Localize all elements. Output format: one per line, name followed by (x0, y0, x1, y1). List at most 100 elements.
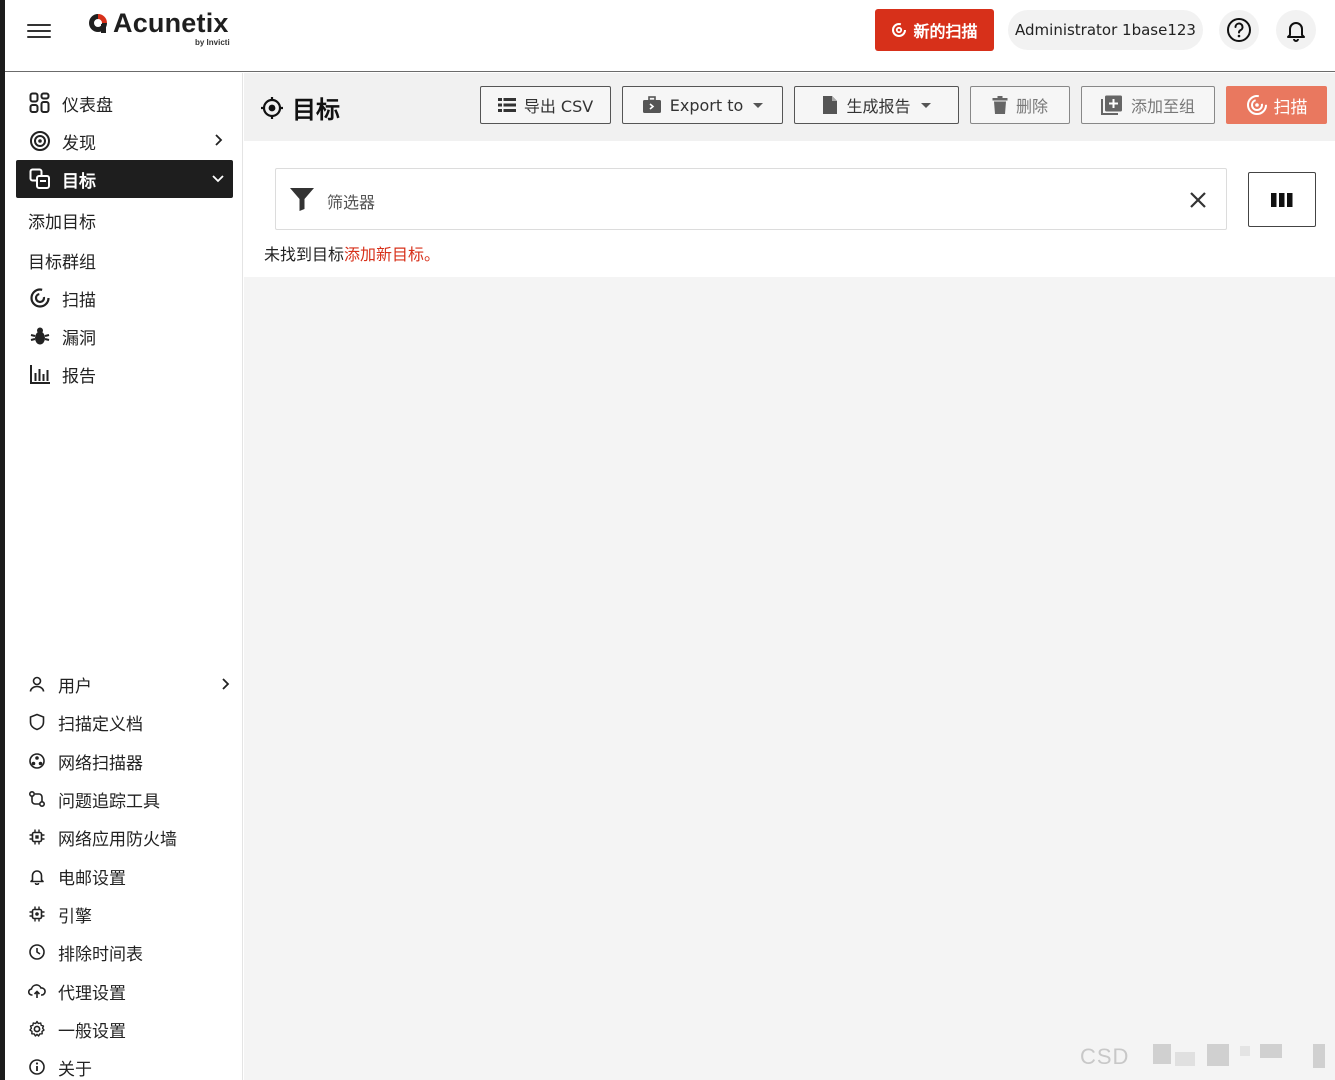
add-new-target-link[interactable]: 添加新目标。 (344, 245, 440, 264)
logo-text: Acunetix (113, 8, 229, 38)
sidebar-item-label: 电邮设置 (58, 868, 126, 889)
dashboard-icon (28, 91, 52, 115)
targets-icon (28, 167, 52, 191)
watermark-pixel (1313, 1044, 1325, 1068)
empty-state-message: 未找到目标添加新目标。 (264, 241, 440, 265)
watermark-pixel (1153, 1044, 1171, 1064)
export-csv-button[interactable]: 导出 CSV (480, 86, 611, 124)
caret-down-icon (920, 102, 931, 108)
sidebar-item-label: 扫描 (62, 290, 96, 311)
chevron-right-icon (215, 134, 223, 146)
sidebar-item-label: 目标 (62, 171, 96, 192)
sidebar-subitem-target-groups[interactable]: 目标群组 (28, 248, 96, 273)
page-title-text: 目标 (292, 96, 340, 124)
sidebar-item-dashboard[interactable]: 仪表盘 (16, 84, 233, 122)
user-icon (27, 674, 47, 694)
sidebar-item-about[interactable]: 关于 (27, 1052, 232, 1080)
sidebar-item-label: 报告 (62, 366, 96, 387)
target-circle-icon (28, 129, 52, 153)
scan-radar-icon (1246, 95, 1267, 115)
sidebar-item-proxy-settings[interactable]: 代理设置 (27, 976, 232, 1006)
network-scanner-icon (27, 751, 47, 771)
briefcase-export-icon (642, 96, 661, 113)
add-to-group-button[interactable]: 添加至组 (1081, 86, 1215, 124)
hamburger-menu-icon[interactable] (27, 20, 51, 42)
sidebar-item-email-settings[interactable]: 电邮设置 (27, 861, 232, 891)
sidebar-item-waf[interactable]: 网络应用防火墙 (27, 822, 232, 852)
empty-state-text: 未找到目标 (264, 245, 345, 264)
user-menu[interactable]: Administrator 1base123 (1008, 10, 1203, 50)
funnel-icon (290, 188, 314, 211)
export-csv-label: 导出 CSV (523, 97, 594, 116)
sidebar-item-discovery[interactable]: 发现 (16, 122, 233, 160)
add-to-group-label: 添加至组 (1130, 97, 1195, 116)
sidebar-subitem-add-target[interactable]: 添加目标 (28, 208, 96, 233)
add-to-group-icon (1100, 95, 1122, 115)
sidebar-item-excluded-hours[interactable]: 排除时间表 (27, 937, 232, 967)
sidebar: 仪表盘 发现 目标 添加目标 目标群组 扫描 漏洞 报告 用户 扫描定义档 网络… (5, 73, 243, 1080)
crosshair-icon (261, 96, 283, 119)
bar-chart-icon (28, 362, 52, 386)
delete-button[interactable]: 删除 (970, 86, 1070, 124)
columns-icon (1271, 192, 1293, 207)
issue-tracker-icon (27, 789, 47, 809)
logo-subtitle: by Invicti (195, 38, 230, 47)
sidebar-item-label: 发现 (62, 133, 96, 154)
scan-label: 扫描 (1273, 97, 1308, 118)
sidebar-item-label: 用户 (58, 676, 92, 697)
watermark-pixel (1175, 1052, 1195, 1066)
sidebar-item-general-settings[interactable]: 一般设置 (27, 1014, 232, 1044)
caret-down-icon (753, 102, 764, 108)
bell-icon (1287, 22, 1305, 42)
scan-button[interactable]: 扫描 (1226, 86, 1327, 124)
shield-icon (27, 712, 47, 732)
delete-label: 删除 (1015, 97, 1048, 116)
filter-bar[interactable]: 筛选器 (275, 168, 1227, 230)
sidebar-item-label: 代理设置 (58, 983, 126, 1004)
export-to-label: Export to (669, 95, 744, 115)
document-icon (823, 96, 838, 114)
help-icon (1227, 18, 1251, 42)
close-icon[interactable] (1188, 190, 1208, 210)
proxy-icon (27, 981, 47, 1001)
watermark-pixel (1240, 1046, 1250, 1056)
gear-icon (27, 1019, 47, 1039)
chip-icon (27, 827, 47, 847)
watermark-pixel (1207, 1044, 1229, 1066)
sidebar-item-label: 网络扫描器 (58, 753, 143, 774)
watermark-pixel (1260, 1044, 1282, 1058)
acunetix-logo-icon (89, 14, 107, 33)
new-scan-label: 新的扫描 (913, 22, 978, 41)
generate-report-button[interactable]: 生成报告 (794, 86, 959, 124)
sidebar-item-label: 关于 (58, 1059, 92, 1080)
export-to-button[interactable]: Export to (622, 86, 783, 124)
scan-icon (892, 23, 907, 37)
sidebar-item-issue-trackers[interactable]: 问题追踪工具 (27, 784, 232, 814)
sidebar-item-scan-profiles[interactable]: 扫描定义档 (27, 707, 232, 737)
bell-icon (27, 866, 47, 886)
watermark: CSD (1080, 1044, 1130, 1069)
top-header: Acunetix by Invicti 新的扫描 Administrator 1… (5, 0, 1335, 72)
notifications-button[interactable] (1276, 10, 1316, 50)
sidebar-item-engines[interactable]: 引擎 (27, 899, 232, 929)
sidebar-item-reports[interactable]: 报告 (16, 355, 233, 393)
sidebar-item-label: 扫描定义档 (58, 714, 143, 735)
chevron-down-icon (212, 175, 224, 183)
sidebar-item-scans[interactable]: 扫描 (16, 279, 233, 317)
column-selector-button[interactable] (1248, 172, 1316, 227)
info-icon (27, 1057, 47, 1077)
sidebar-item-label: 一般设置 (58, 1021, 126, 1042)
sidebar-item-network-scanner[interactable]: 网络扫描器 (27, 746, 232, 776)
bug-icon (28, 324, 52, 348)
new-scan-button[interactable]: 新的扫描 (875, 9, 994, 51)
sidebar-item-users[interactable]: 用户 (27, 669, 232, 699)
sidebar-item-label: 仪表盘 (62, 95, 113, 116)
trash-icon (992, 96, 1008, 114)
help-button[interactable] (1219, 10, 1259, 50)
scan-icon (28, 286, 52, 310)
sidebar-item-vulnerabilities[interactable]: 漏洞 (16, 317, 233, 355)
sidebar-item-targets[interactable]: 目标 (16, 160, 233, 198)
sidebar-item-label: 漏洞 (62, 328, 96, 349)
sidebar-item-label: 引擎 (58, 906, 92, 927)
list-icon (497, 98, 516, 112)
